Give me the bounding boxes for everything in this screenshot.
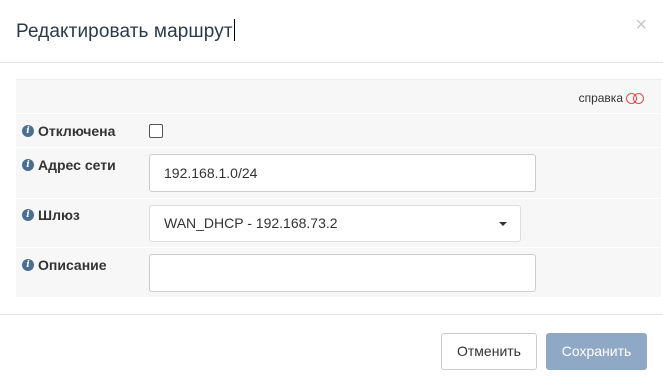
dialog-title-text: Редактировать маршрут [16,21,233,42]
route-form: справка i Отключена i Адрес сети 192.168… [16,79,661,298]
caret-down-icon [499,222,507,226]
network-label: i Адрес сети [22,157,116,173]
network-label-text: Адрес сети [38,157,116,173]
network-input[interactable]: 192.168.1.0/24 [149,154,536,192]
toggle-icon [626,92,646,104]
description-row: i Описание [16,248,661,298]
gateway-label: i Шлюз [22,207,80,223]
dialog-title: Редактировать маршрут [16,19,235,43]
description-label-text: Описание [38,257,107,273]
gateway-label-text: Шлюз [38,207,80,223]
info-icon[interactable]: i [22,259,34,271]
info-icon[interactable]: i [22,209,34,221]
gateway-selected-value: WAN_DHCP - 192.168.73.2 [164,215,338,231]
disabled-checkbox[interactable] [149,124,163,138]
description-label: i Описание [22,257,107,273]
help-label: справка [578,91,623,105]
description-input[interactable] [149,254,536,292]
help-toggle[interactable]: справка [579,91,646,105]
text-caret [233,19,235,41]
cancel-button[interactable]: Отменить [441,333,537,370]
disabled-row: i Отключена [16,114,661,148]
info-icon[interactable]: i [22,159,34,171]
dialog-footer: Отменить Сохранить [0,314,663,385]
save-button[interactable]: Сохранить [546,333,647,370]
disabled-label-text: Отключена [38,123,116,139]
network-row: i Адрес сети 192.168.1.0/24 [16,148,661,199]
help-row: справка [16,80,661,114]
gateway-select[interactable]: WAN_DHCP - 192.168.73.2 [149,205,521,242]
gateway-row: i Шлюз WAN_DHCP - 192.168.73.2 [16,199,661,248]
disabled-label: i Отключена [22,123,115,139]
info-icon[interactable]: i [22,125,34,137]
dialog-header: Редактировать маршрут × [0,0,663,63]
close-icon[interactable]: × [635,15,647,35]
